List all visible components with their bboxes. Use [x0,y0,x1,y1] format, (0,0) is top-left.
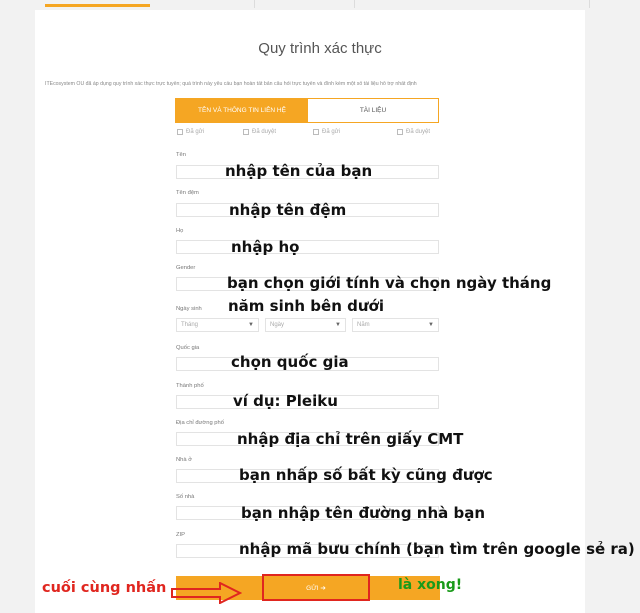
last-name-label: Họ [176,228,184,234]
zip-label: ZIP [176,532,186,538]
house-number-label: Số nhà [176,494,195,500]
status-sent-1: Đã gửi [177,129,204,135]
checkbox-icon [243,129,249,135]
gender-label: Gender [176,265,196,271]
status-approved-2: Đã duyệt [397,129,430,135]
annotation-house-number: bạn nhập tên đường nhà bạn [241,504,486,522]
annotation-final-right: là xong! [398,577,463,593]
checkbox-icon [313,129,319,135]
top-tab-2[interactable] [255,0,355,8]
address-label: Địa chỉ đường phố [176,420,224,426]
tab-documents[interactable]: TÀI LIỆU [308,99,438,122]
dob-month-select[interactable]: Tháng ▼ [176,318,259,332]
annotation-house: bạn nhấp số bất kỳ cũng được [239,466,493,484]
city-label: Thành phố [176,383,204,389]
annotation-zip: nhập mã bưu chính (bạn tìm trên google s… [239,540,635,558]
dob-day-select[interactable]: Ngày ▼ [265,318,346,332]
status-approved-1: Đã duyệt [243,129,276,135]
page-title: Quy trình xác thực [258,40,382,57]
checkbox-icon [177,129,183,135]
verification-tabs: TÊN VÀ THÔNG TIN LIÊN HỆ TÀI LIỆU [175,98,439,123]
top-tab-3[interactable] [355,0,590,8]
country-label: Quốc gia [176,345,200,351]
dob-year-select[interactable]: Năm ▼ [352,318,439,332]
top-tab-active-indicator [45,4,150,7]
middle-name-label: Tên đệm [176,190,199,196]
annotation-first-name: nhập tên của bạn [225,162,373,180]
dob-label: Ngày sinh [176,306,202,312]
annotation-country: chọn quốc gia [231,353,349,371]
annotation-address: nhập địa chỉ trên giấy CMT [237,430,464,448]
house-label: Nhà ở [176,457,193,463]
last-name-input[interactable] [176,240,439,254]
caret-down-icon: ▼ [248,322,254,328]
top-tab-strip [0,0,640,8]
caret-down-icon: ▼ [335,322,341,328]
annotation-gender-line1: bạn chọn giới tính và chọn ngày tháng [227,274,552,292]
annotation-gender-line2: năm sinh bên dưới [228,297,384,315]
submit-button[interactable]: GỬI ➔ [262,574,370,601]
annotation-city: ví dụ: Pleiku [233,392,338,410]
intro-text: ITEcosystem OÜ đã áp dụng quy trình xác … [45,81,417,87]
first-name-label: Tên [176,152,186,158]
annotation-last-name: nhập họ [231,238,300,256]
checkbox-icon [397,129,403,135]
tab-name-contact[interactable]: TÊN VÀ THÔNG TIN LIÊN HỆ [176,99,308,122]
caret-down-icon: ▼ [428,322,434,328]
annotation-final-left: cuối cùng nhấn [42,580,167,596]
status-sent-2: Đã gửi [313,129,340,135]
arrow-right-icon [171,582,242,604]
annotation-middle-name: nhập tên đệm [229,201,347,219]
